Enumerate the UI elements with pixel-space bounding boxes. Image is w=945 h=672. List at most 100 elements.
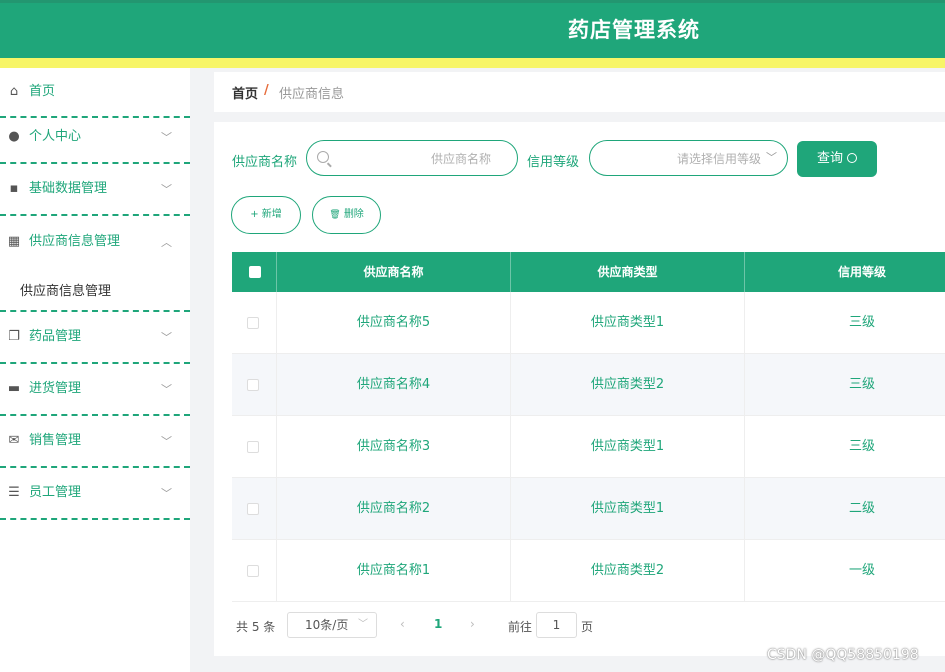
trash-icon: 🗑	[329, 210, 341, 220]
supplier-name-label: 供应商名称	[232, 155, 298, 170]
supplier-name-placeholder: 供应商名称	[430, 152, 491, 166]
cell-credit-level: 二级	[848, 501, 875, 516]
breadcrumb-current: 供应商信息	[279, 87, 345, 102]
chevron-down-icon: ﹀	[161, 383, 172, 396]
cell-supplier-type: 供应商类型1	[511, 416, 745, 478]
sidebar-item-purchase[interactable]: ▬ 进货管理 ﹀	[0, 364, 190, 416]
row-check-cell	[232, 540, 277, 602]
table-row[interactable]: 供应商名称2 供应商类型1 二级	[232, 478, 945, 540]
row-check-cell	[232, 416, 277, 478]
sidebar-item-label: 个人中心	[29, 129, 82, 144]
sidebar-item-label: 员工管理	[29, 485, 82, 500]
query-button-label: 查询	[816, 151, 843, 166]
sidebar-item-medicine[interactable]: ❐ 药品管理 ﹀	[0, 312, 190, 364]
table-row[interactable]: 供应商名称5 供应商类型1 三级	[232, 292, 945, 354]
cell-supplier-name: 供应商名称5	[277, 292, 511, 354]
main-panel: 供应商名称 供应商名称 信用等级 请选择信用等级 ﹀ 查询 + 新增 🗑 删除 …	[214, 122, 945, 656]
cell-supplier-type: 供应商类型1	[511, 292, 745, 354]
sidebar-item-label: 销售管理	[29, 433, 82, 448]
page-number-current[interactable]: 1	[434, 617, 442, 631]
goto-page-suffix: 页	[581, 620, 594, 634]
delete-button[interactable]: 🗑 删除	[312, 196, 381, 234]
row-checkbox[interactable]	[247, 503, 259, 515]
grid-icon: ▦	[7, 234, 21, 249]
add-button-label: 新增	[261, 209, 282, 220]
chevron-down-icon: ﹀	[161, 183, 172, 196]
home-icon: ⌂	[9, 84, 19, 99]
chevron-down-icon: ﹀	[358, 619, 368, 630]
select-all-checkbox[interactable]	[249, 266, 261, 278]
sidebar-item-sales[interactable]: ✉ 销售管理 ﹀	[0, 416, 190, 468]
pagination-total: 共 5 条	[236, 620, 276, 634]
prev-page-button[interactable]: ‹	[400, 617, 405, 631]
credit-level-select[interactable]: 请选择信用等级 ﹀	[589, 140, 788, 176]
mail-icon: ✉	[8, 433, 20, 448]
table-row[interactable]: 供应商名称3 供应商类型1 三级	[232, 416, 945, 478]
chevron-up-icon: ︿	[161, 236, 172, 249]
row-checkbox[interactable]	[247, 565, 259, 577]
cell-credit-level: 三级	[848, 315, 875, 330]
credit-level-label: 信用等级	[527, 155, 580, 170]
database-icon: ▪	[9, 181, 19, 196]
goto-label: 前往	[508, 620, 533, 634]
supplier-name-input[interactable]: 供应商名称	[306, 140, 518, 176]
query-button[interactable]: 查询	[797, 141, 877, 177]
page-size-value: 10条/页	[305, 618, 349, 632]
goto-page-input[interactable]: 1	[536, 612, 577, 638]
page-size-select[interactable]: 10条/页 ﹀	[287, 612, 377, 638]
sidebar-item-label: 供应商信息管理	[29, 234, 121, 249]
row-checkbox[interactable]	[247, 317, 259, 329]
breadcrumb: 首页 / 供应商信息	[214, 72, 945, 112]
header-strip	[0, 0, 945, 3]
sidebar-item-label: 基础数据管理	[29, 181, 108, 196]
sidebar-subitem-supplier-info[interactable]: 供应商信息管理	[0, 268, 190, 312]
add-button[interactable]: + 新增	[231, 196, 301, 234]
top-header: 药店管理系统	[0, 0, 945, 58]
cell-supplier-type: 供应商类型1	[511, 478, 745, 540]
sidebar-item-basic-data[interactable]: ▪ 基础数据管理 ﹀	[0, 164, 190, 216]
cell-credit-level: 三级	[848, 439, 875, 454]
breadcrumb-home[interactable]: 首页	[232, 83, 258, 102]
column-header-credit-level[interactable]: 信用等级	[745, 252, 945, 292]
row-checkbox[interactable]	[247, 379, 259, 391]
watermark: CSDN @QQ58850198	[767, 647, 919, 663]
user-icon: ●	[8, 129, 20, 144]
chevron-down-icon: ﹀	[161, 331, 172, 344]
cell-credit-level: 三级	[848, 377, 875, 392]
search-icon	[847, 152, 857, 163]
header-accent-bar	[0, 58, 945, 68]
row-check-cell	[232, 354, 277, 416]
select-all-cell	[232, 252, 277, 292]
row-check-cell	[232, 292, 277, 354]
column-header-supplier-type[interactable]: 供应商类型	[511, 252, 745, 292]
row-check-cell	[232, 478, 277, 540]
chevron-down-icon: ﹀	[766, 151, 777, 164]
delete-button-label: 删除	[343, 209, 364, 220]
cell-supplier-name: 供应商名称3	[277, 416, 511, 478]
sidebar-subitem-label: 供应商信息管理	[20, 284, 112, 299]
sidebar-item-label: 首页	[29, 84, 56, 99]
next-page-button[interactable]: ›	[470, 617, 475, 631]
sidebar-item-home[interactable]: ⌂ 首页	[0, 68, 190, 118]
table-row[interactable]: 供应商名称1 供应商类型2 一级	[232, 540, 945, 602]
cell-supplier-name: 供应商名称1	[277, 540, 511, 602]
search-icon	[317, 151, 329, 163]
breadcrumb-separator: /	[264, 83, 269, 98]
row-checkbox[interactable]	[247, 441, 259, 453]
cell-supplier-name: 供应商名称4	[277, 354, 511, 416]
chevron-down-icon: ﹀	[161, 487, 172, 500]
column-header-supplier-name[interactable]: 供应商名称	[277, 252, 511, 292]
credit-level-placeholder: 请选择信用等级	[676, 152, 761, 166]
cell-supplier-type: 供应商类型2	[511, 540, 745, 602]
sidebar-item-personal-center[interactable]: ● 个人中心 ﹀	[0, 112, 190, 164]
sidebar-item-label: 进货管理	[29, 381, 82, 396]
sidebar-item-staff[interactable]: ☰ 员工管理 ﹀	[0, 468, 190, 520]
cell-supplier-name: 供应商名称2	[277, 478, 511, 540]
sidebar-item-supplier-info[interactable]: ▦ 供应商信息管理 ︿	[0, 216, 190, 268]
app-title: 药店管理系统	[568, 18, 700, 42]
table-row[interactable]: 供应商名称4 供应商类型2 三级	[232, 354, 945, 416]
cell-credit-level: 一级	[848, 563, 875, 578]
chevron-down-icon: ﹀	[161, 131, 172, 144]
sidebar-item-label: 药品管理	[29, 329, 82, 344]
chevron-down-icon: ﹀	[161, 435, 172, 448]
